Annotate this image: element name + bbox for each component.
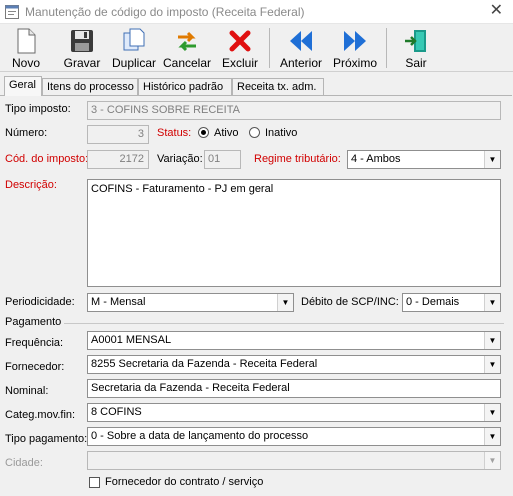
chevron-down-icon[interactable]: ▼ [484,356,500,373]
frequencia-value: A0001 MENSAL [91,334,172,346]
delete-x-icon [229,30,251,52]
tipo-pagamento-select[interactable]: 0 - Sobre a data de lançamento do proces… [87,427,501,446]
periodicidade-value: M - Mensal [91,296,146,308]
pagamento-group-label: Pagamento [5,316,62,328]
debito-scp-select[interactable]: 0 - Demais ▼ [402,293,501,312]
descricao-textarea[interactable]: COFINS - Faturamento - PJ em geral [87,179,501,287]
frequencia-label: Frequência: [5,337,64,349]
duplicate-icon [123,28,145,51]
variacao-label: Variação: [157,153,203,165]
tab-panel-geral: Tipo imposto: 3 - COFINS SOBRE RECEITA N… [0,95,512,496]
status-ativo-label: Ativo [214,127,239,139]
excluir-label: Excluir [221,56,258,70]
variacao-field[interactable]: 01 [204,150,241,169]
categ-value: 8 COFINS [91,406,142,418]
numero-field[interactable]: 3 [87,125,149,144]
tipo-pagamento-label: Tipo pagamento: [5,433,88,445]
cod-imposto-field[interactable]: 2172 [87,150,149,169]
anterior-button[interactable]: Anterior [276,26,326,70]
cancelar-button[interactable]: Cancelar [162,26,212,70]
tipo-imposto-field[interactable]: 3 - COFINS SOBRE RECEITA [87,101,501,120]
sair-label: Sair [405,56,427,70]
toolbar: Novo Gravar Duplicar Cancelar Excluir An… [0,24,513,72]
debito-scp-value: 0 - Demais [406,296,460,308]
status-label: Status: [157,127,192,139]
numero-label: Número: [5,127,48,139]
categ-select[interactable]: 8 COFINS ▼ [87,403,501,422]
close-icon[interactable]: ✕ [490,2,503,20]
fornecedor-contrato-checkbox[interactable] [89,477,100,488]
duplicar-button[interactable]: Duplicar [110,26,158,70]
fornecedor-contrato-label: Fornecedor do contrato / serviço [105,476,264,488]
regime-select[interactable]: 4 - Ambos ▼ [347,150,501,169]
regime-value: 4 - Ambos [351,153,401,165]
status-ativo-radio[interactable] [198,127,209,138]
group-divider [64,323,504,324]
nominal-label: Nominal: [5,385,49,397]
proximo-button[interactable]: Próximo [330,26,380,70]
tipo-imposto-label: Tipo imposto: [5,103,71,115]
toolbar-separator [269,28,270,68]
tab-strip: Geral Itens do processo Histórico padrão… [0,76,513,96]
gravar-label: Gravar [63,56,101,70]
new-document-icon [17,28,36,54]
chevron-down-icon[interactable]: ▼ [484,332,500,349]
chevron-down-icon[interactable]: ▼ [484,294,500,311]
cidade-select[interactable]: ▼ [87,451,501,470]
cod-imposto-label: Cód. do imposto: [5,153,89,165]
next-arrow-icon [344,31,366,51]
gravar-button[interactable]: Gravar [60,26,104,70]
previous-arrow-icon [290,31,312,51]
save-disk-icon [71,30,93,52]
debito-scp-label: Débito de SCP/INC: [301,296,399,308]
tab-historico-padrao[interactable]: Histórico padrão [138,78,232,95]
toolbar-separator [386,28,387,68]
duplicar-label: Duplicar [111,56,156,70]
sair-button[interactable]: Sair [398,26,434,70]
tab-receita-tx-adm[interactable]: Receita tx. adm. [232,78,324,95]
status-inativo-radio[interactable] [249,127,260,138]
descricao-value: COFINS - Faturamento - PJ em geral [91,183,274,195]
periodicidade-label: Periodicidade: [5,296,75,308]
novo-label: Novo [11,56,40,70]
exit-door-icon [405,30,426,52]
frequencia-select[interactable]: A0001 MENSAL ▼ [87,331,501,350]
excluir-button[interactable]: Excluir [218,26,262,70]
chevron-down-icon[interactable]: ▼ [484,452,500,469]
fornecedor-value: 8255 Secretaria da Fazenda - Receita Fed… [91,358,318,370]
window-title: Manutenção de código do imposto (Receita… [25,5,305,19]
cancelar-label: Cancelar [162,56,212,70]
novo-button[interactable]: Novo [6,26,46,70]
anterior-label: Anterior [279,56,323,70]
chevron-down-icon[interactable]: ▼ [484,151,500,168]
nominal-field[interactable]: Secretaria da Fazenda - Receita Federal [87,379,501,398]
app-window-icon [5,5,19,19]
chevron-down-icon[interactable]: ▼ [484,428,500,445]
title-bar: Manutenção de código do imposto (Receita… [0,0,513,24]
regime-label: Regime tributário: [254,153,341,165]
proximo-label: Próximo [332,56,377,70]
fornecedor-select[interactable]: 8255 Secretaria da Fazenda - Receita Fed… [87,355,501,374]
chevron-down-icon[interactable]: ▼ [484,404,500,421]
categ-label: Categ.mov.fin: [5,409,76,421]
cancel-arrows-icon [178,31,196,52]
descricao-label: Descrição: [5,179,57,191]
cidade-label: Cidade: [5,457,43,469]
fornecedor-label: Fornecedor: [5,361,65,373]
tab-geral[interactable]: Geral [4,76,42,96]
status-inativo-label: Inativo [265,127,298,139]
chevron-down-icon[interactable]: ▼ [277,294,293,311]
periodicidade-select[interactable]: M - Mensal ▼ [87,293,294,312]
tab-itens-do-processo[interactable]: Itens do processo [42,78,138,95]
tipo-pagamento-value: 0 - Sobre a data de lançamento do proces… [91,430,309,442]
